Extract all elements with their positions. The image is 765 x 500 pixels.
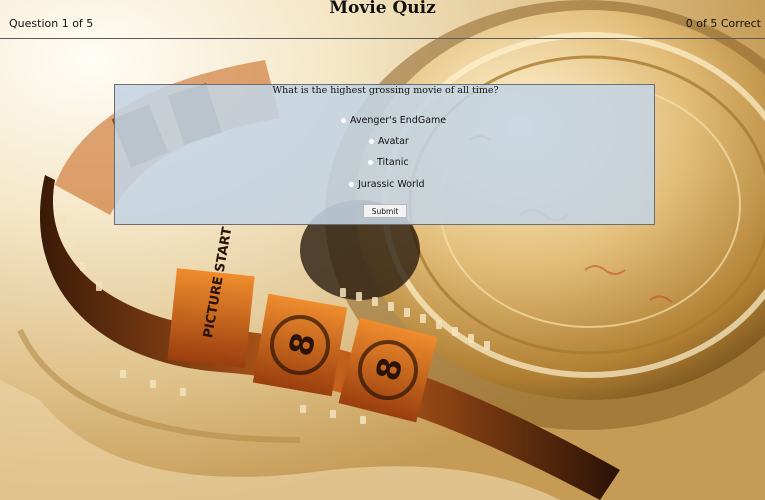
quiz-card: What is the highest grossing movie of al… <box>114 84 655 225</box>
radio-button[interactable] <box>340 117 347 124</box>
radio-button[interactable] <box>348 181 355 188</box>
submit-button[interactable]: Submit <box>363 204 407 218</box>
question-counter: Question 1 of 5 <box>9 17 94 30</box>
answer-option-label: Avatar <box>378 136 409 147</box>
answer-option-4[interactable]: Jurassic World <box>348 179 425 190</box>
film-reel-background: PICTURE START 8 8 <box>0 0 765 500</box>
answer-option-label: Titanic <box>377 157 409 168</box>
radio-button[interactable] <box>368 138 375 145</box>
answer-option-2[interactable]: Avatar <box>368 136 409 147</box>
answer-option-label: Avenger's EndGame <box>350 115 447 126</box>
score-display: 0 of 5 Correct <box>685 17 761 30</box>
app-title: Movie Quiz <box>329 0 436 18</box>
answer-option-1[interactable]: Avenger's EndGame <box>340 115 446 126</box>
header-bar: Movie Quiz Question 1 of 5 0 of 5 Correc… <box>0 0 765 39</box>
radio-button[interactable] <box>367 159 374 166</box>
question-text: What is the highest grossing movie of al… <box>272 85 499 96</box>
answer-option-label: Jurassic World <box>358 179 425 190</box>
answer-option-3[interactable]: Titanic <box>367 157 409 168</box>
